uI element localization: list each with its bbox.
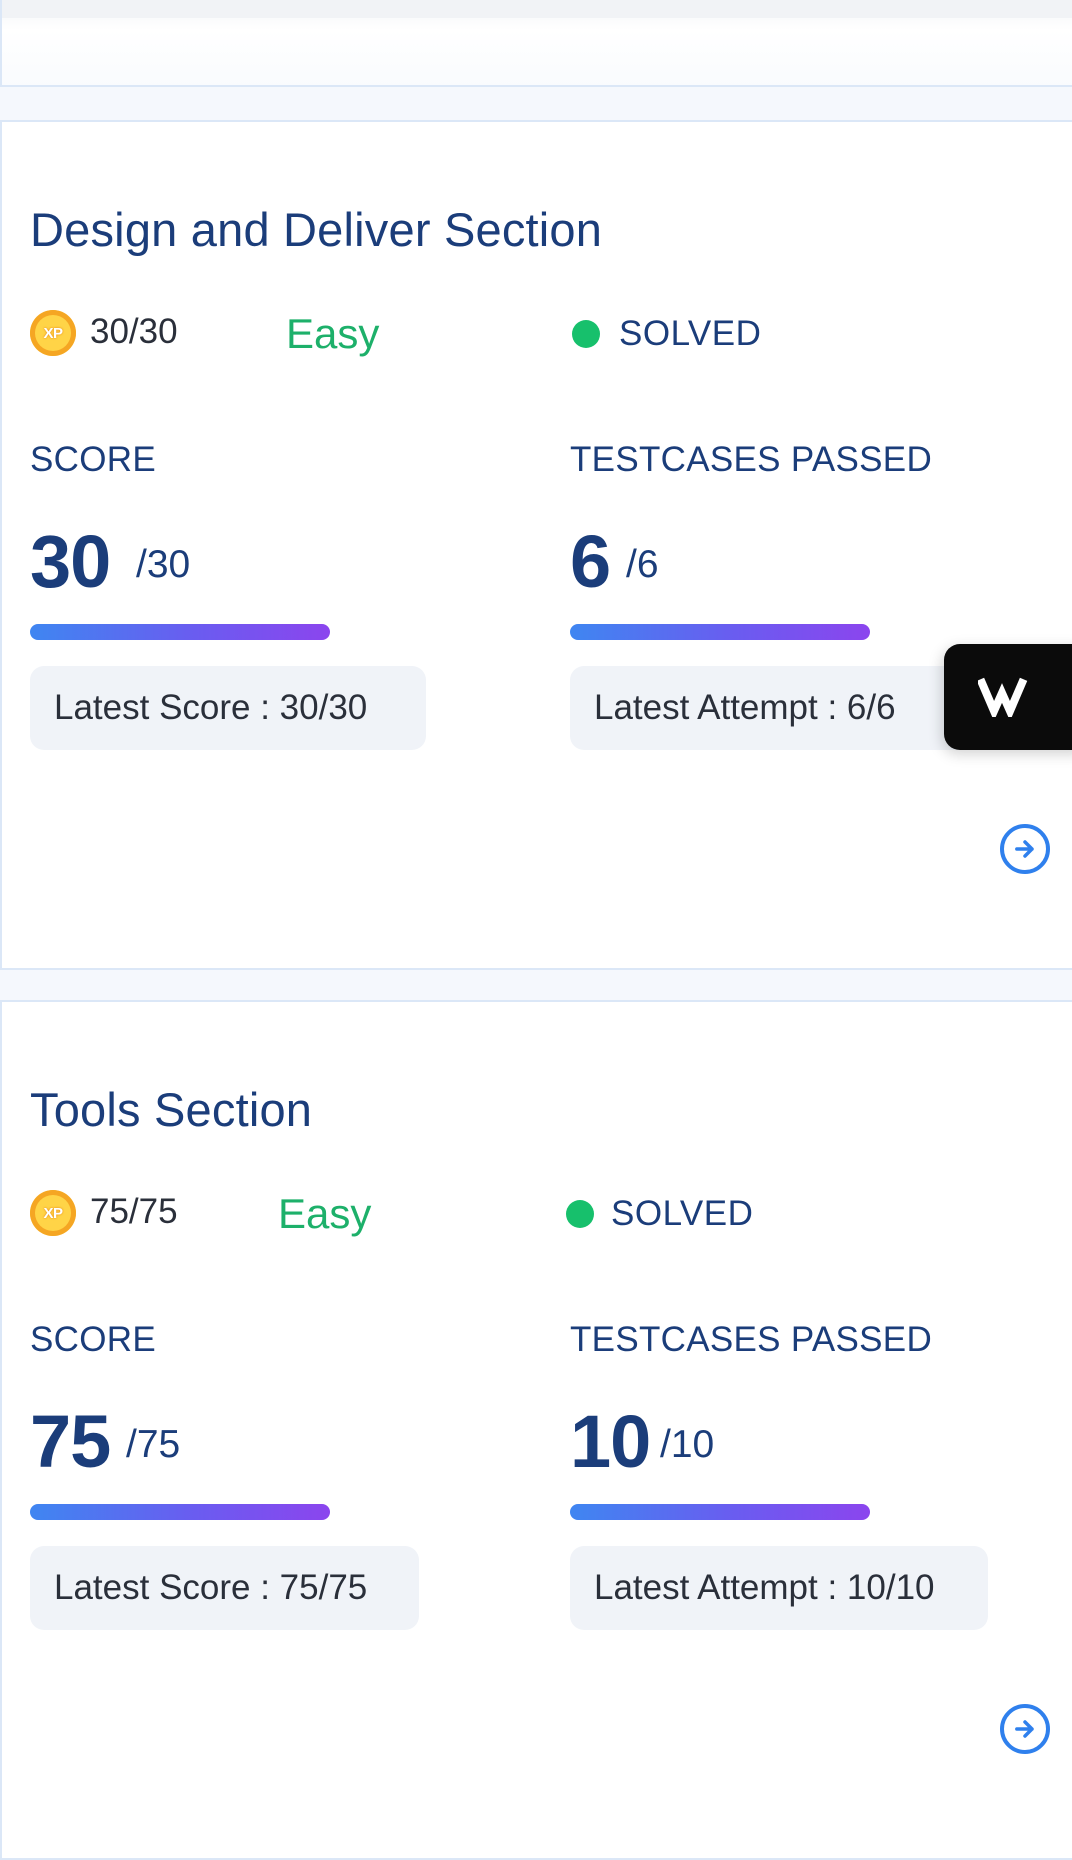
xp-icon-label: XP	[43, 1204, 63, 1222]
testcases-value: 6	[570, 520, 611, 603]
testcases-total: /10	[660, 1423, 715, 1466]
score-value: 30	[30, 520, 111, 603]
status-text: SOLVED	[619, 314, 762, 353]
status-dot-icon	[572, 320, 600, 348]
score-value: 75	[30, 1400, 111, 1483]
testcases-progress-bar	[570, 624, 870, 640]
testcases-progress-bar	[570, 1504, 870, 1520]
previous-card-bottom	[0, 0, 1072, 87]
difficulty-badge: Easy	[278, 1190, 372, 1237]
open-section-button[interactable]	[1000, 1704, 1050, 1754]
header-shadow	[2, 0, 1072, 18]
testcases-label: TESTCASES PASSED	[570, 1320, 933, 1359]
testcases-total: /6	[626, 543, 659, 586]
floating-widget-button[interactable]	[944, 644, 1072, 750]
testcases-value: 10	[570, 1400, 651, 1483]
section-card-design-and-deliver: Design and Deliver Section XP 30/30 Easy…	[0, 120, 1072, 970]
status-dot-icon	[566, 1200, 594, 1228]
xp-icon-label: XP	[43, 324, 63, 342]
latest-score-pill: Latest Score : 30/30	[30, 666, 426, 750]
xp-value: 30/30	[90, 312, 178, 351]
xp-coin-icon: XP	[30, 310, 76, 356]
xp-coin-icon: XP	[30, 1190, 76, 1236]
latest-attempt-pill: Latest Attempt : 10/10	[570, 1546, 988, 1630]
section-title: Tools Section	[30, 1083, 313, 1136]
w-logo-icon	[978, 677, 1028, 717]
latest-attempt-pill: Latest Attempt : 6/6	[570, 666, 990, 750]
score-label: SCORE	[30, 440, 156, 479]
score-progress-bar	[30, 624, 330, 640]
score-total: /75	[126, 1423, 181, 1466]
open-section-button[interactable]	[1000, 824, 1050, 874]
difficulty-badge: Easy	[286, 310, 380, 357]
testcases-label: TESTCASES PASSED	[570, 440, 933, 479]
xp-value: 75/75	[90, 1192, 178, 1231]
latest-score-pill: Latest Score : 75/75	[30, 1546, 419, 1630]
section-card-tools: Tools Section XP 75/75 Easy SOLVED SCORE…	[0, 1000, 1072, 1860]
section-meta-row: XP 30/30 Easy SOLVED	[2, 308, 1072, 358]
score-label: SCORE	[30, 1320, 156, 1359]
score-progress-bar	[30, 1504, 330, 1520]
arrow-right-circle-icon	[1015, 1720, 1034, 1738]
arrow-right-circle-icon	[1015, 840, 1034, 858]
status-text: SOLVED	[611, 1194, 754, 1233]
section-title: Design and Deliver Section	[30, 203, 603, 256]
score-total: /30	[136, 543, 191, 586]
section-meta-row: XP 75/75 Easy SOLVED	[2, 1188, 1072, 1238]
